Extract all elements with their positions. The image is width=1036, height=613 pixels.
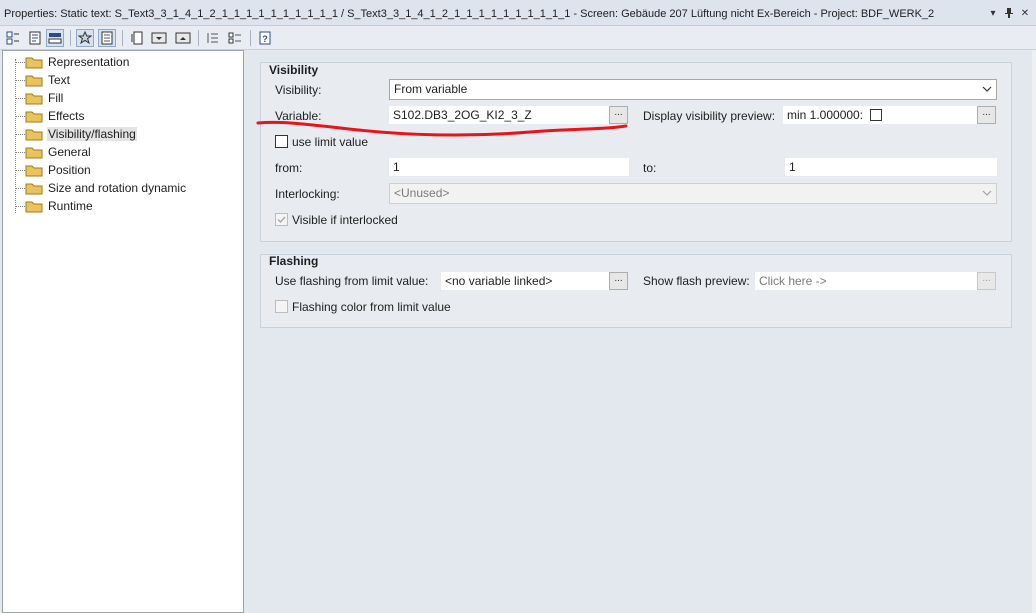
tree-item-runtime[interactable]: Runtime — [3, 197, 243, 215]
tree-item-text[interactable]: Text — [3, 71, 243, 89]
layout-left-icon[interactable] — [204, 29, 222, 47]
preview-label: Display visibility preview: — [643, 109, 776, 123]
categorized-icon[interactable] — [4, 29, 22, 47]
close-icon[interactable]: ✕ — [1018, 7, 1032, 21]
grid-view-icon[interactable] — [46, 29, 64, 47]
chevron-down-icon — [982, 190, 992, 196]
preview-browse-button[interactable]: ... — [977, 106, 996, 124]
to-label: to: — [643, 161, 657, 175]
folder-icon — [25, 183, 43, 195]
interlocking-combo[interactable]: <Unused> — [389, 183, 997, 204]
expand-icon[interactable] — [174, 29, 192, 47]
folder-icon — [25, 129, 43, 141]
scrollbar-strip[interactable] — [1032, 50, 1036, 613]
visibility-combo[interactable]: From variable — [389, 79, 997, 100]
tree-item-effects[interactable]: Effects — [3, 107, 243, 125]
preview-field[interactable]: min 1.000000: — [783, 106, 977, 124]
folder-icon — [25, 57, 43, 69]
tree-item-position[interactable]: Position — [3, 161, 243, 179]
to-field[interactable]: 1 — [785, 158, 997, 176]
checkmark-icon — [277, 216, 286, 224]
tree-item-representation[interactable]: Representation — [3, 53, 243, 71]
folder-icon — [25, 75, 43, 87]
svg-text:?: ? — [262, 34, 268, 44]
variable-browse-button[interactable]: ... — [609, 106, 628, 124]
flashing-color-checkbox[interactable] — [275, 300, 288, 313]
visibility-combo-value: From variable — [394, 82, 468, 96]
pin-icon[interactable] — [1002, 7, 1016, 21]
folder-icon — [25, 147, 43, 159]
visibility-label: Visibility: — [275, 83, 322, 97]
favorites-star-icon[interactable] — [76, 29, 94, 47]
use-limit-label: use limit value — [292, 135, 369, 149]
tree-item-visibility-flashing[interactable]: Visibility/flashing — [3, 125, 243, 143]
flashing-group-title: Flashing — [269, 254, 319, 268]
from-field[interactable]: 1 — [389, 158, 629, 176]
flashing-group — [260, 254, 1012, 328]
folder-icon — [25, 165, 43, 177]
from-label: from: — [275, 161, 303, 175]
visible-if-interlocked-label: Visible if interlocked — [292, 213, 398, 227]
folder-icon — [25, 111, 43, 123]
title-bar: Properties: Static text: S_Text3_3_1_4_1… — [0, 0, 1036, 26]
visible-if-interlocked-checkbox[interactable] — [275, 213, 288, 226]
list-view-icon[interactable] — [98, 29, 116, 47]
interlocking-label: Interlocking: — [275, 187, 340, 201]
chevron-down-icon — [982, 86, 992, 92]
tree-item-general[interactable]: General — [3, 143, 243, 161]
tree-item-size-rotation[interactable]: Size and rotation dynamic — [3, 179, 243, 197]
flashing-color-label: Flashing color from limit value — [292, 300, 451, 314]
window-menu-icon[interactable]: ▾ — [986, 7, 1000, 21]
properties-page-icon[interactable] — [26, 29, 44, 47]
help-icon[interactable]: ? — [256, 29, 274, 47]
use-flashing-browse-button[interactable]: ... — [609, 272, 628, 290]
folder-icon — [25, 201, 43, 213]
use-limit-checkbox[interactable] — [275, 135, 288, 148]
preview-value: min 1.000000: — [787, 108, 864, 122]
use-flashing-field[interactable]: <no variable linked> — [441, 272, 609, 290]
folder-icon — [25, 93, 43, 105]
interlocking-combo-value: <Unused> — [394, 186, 450, 200]
property-tree: Representation Text Fill Effects Visibil… — [2, 50, 244, 613]
sort-icon[interactable] — [128, 29, 146, 47]
variable-field[interactable]: S102.DB3_2OG_KI2_3_Z — [389, 106, 609, 124]
layout-tree-icon[interactable] — [226, 29, 244, 47]
use-flashing-label: Use flashing from limit value: — [275, 274, 429, 288]
collapse-icon[interactable] — [150, 29, 168, 47]
window-title: Properties: Static text: S_Text3_3_1_4_1… — [4, 8, 935, 20]
variable-label: Variable: — [275, 109, 322, 123]
preview-checkbox[interactable] — [870, 109, 883, 121]
tree-item-fill[interactable]: Fill — [3, 89, 243, 107]
show-preview-label: Show flash preview: — [643, 274, 750, 288]
show-preview-field[interactable]: Click here -> — [755, 272, 977, 290]
show-preview-browse-button[interactable]: ... — [977, 272, 996, 290]
properties-toolbar: ? — [0, 26, 1036, 50]
visibility-group-title: Visibility — [269, 63, 319, 77]
